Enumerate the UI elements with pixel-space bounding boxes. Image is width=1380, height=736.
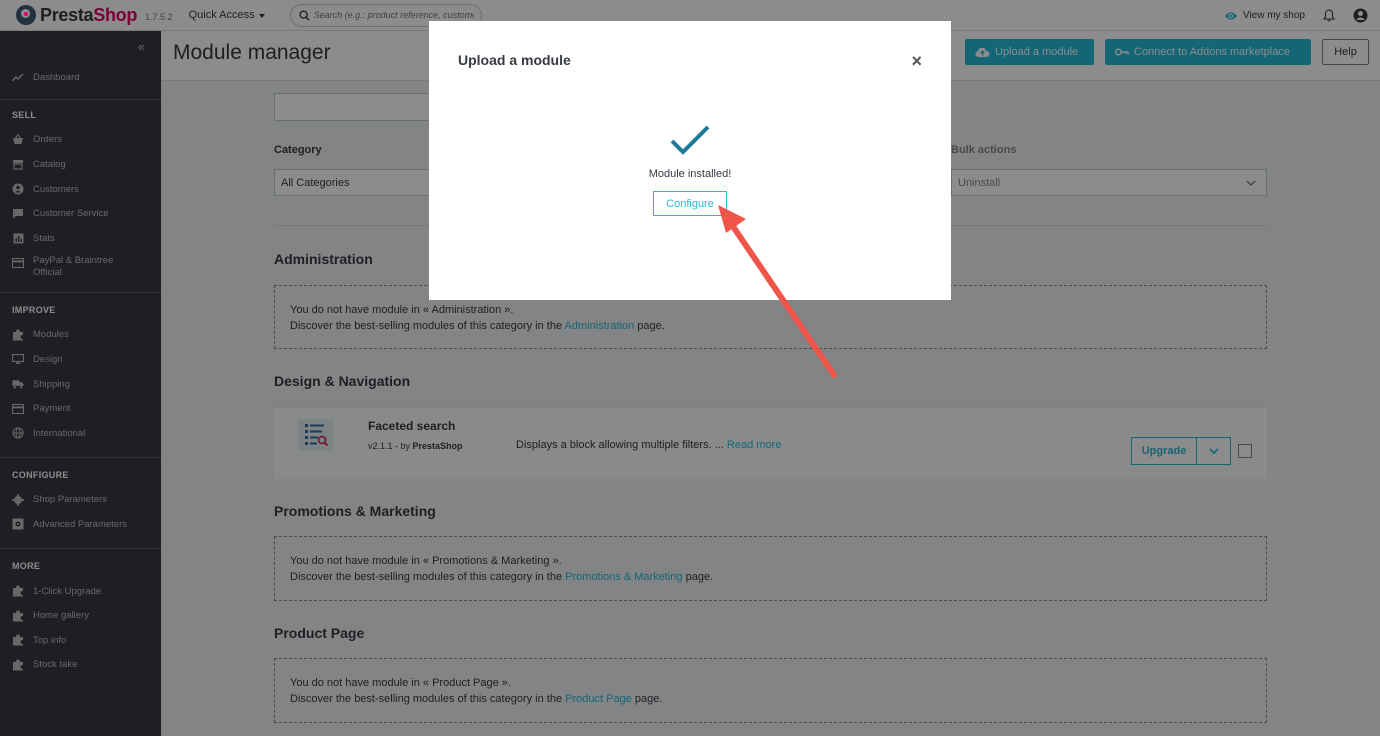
close-icon[interactable]: ×: [911, 52, 922, 70]
module-installed-message: Module installed!: [648, 168, 732, 180]
modal-title: Upload a module: [458, 52, 571, 68]
checkmark-icon: [670, 125, 710, 155]
annotation-arrow-icon: [718, 205, 837, 378]
upload-module-modal: Upload a module × Module installed! Conf…: [429, 21, 951, 300]
